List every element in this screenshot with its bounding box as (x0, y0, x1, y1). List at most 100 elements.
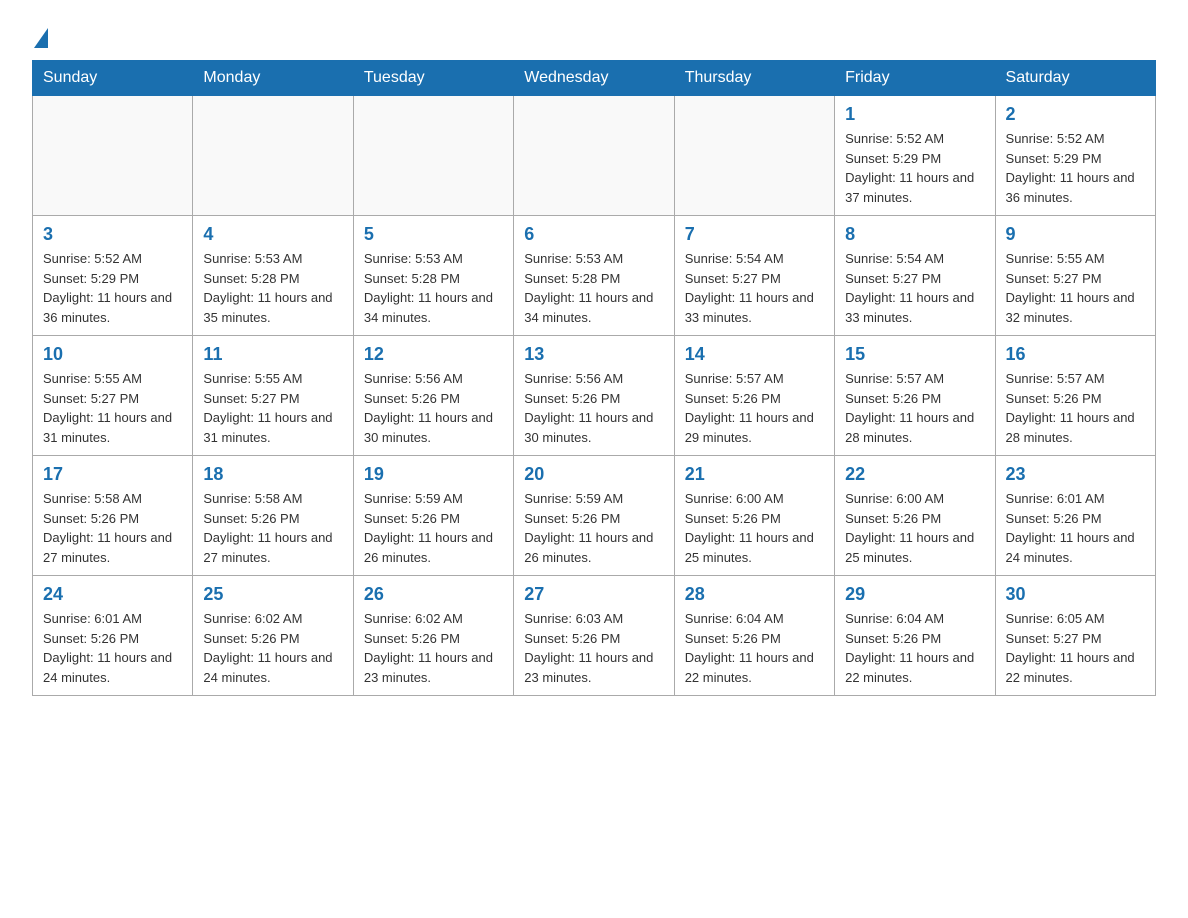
day-number: 20 (524, 464, 663, 485)
day-number: 7 (685, 224, 824, 245)
day-number: 8 (845, 224, 984, 245)
day-info: Sunrise: 6:00 AM Sunset: 5:26 PM Dayligh… (845, 489, 984, 567)
calendar-cell: 14 Sunrise: 5:57 AM Sunset: 5:26 PM Dayli… (674, 336, 834, 456)
calendar-cell (514, 96, 674, 216)
day-number: 23 (1006, 464, 1145, 485)
day-info: Sunrise: 5:52 AM Sunset: 5:29 PM Dayligh… (43, 249, 182, 327)
calendar-week-row-2: 3 Sunrise: 5:52 AM Sunset: 5:29 PM Daylig… (33, 216, 1156, 336)
day-info: Sunrise: 5:56 AM Sunset: 5:26 PM Dayligh… (364, 369, 503, 447)
day-number: 10 (43, 344, 182, 365)
calendar-week-row-4: 17Sunrise: 5:58 AM Sunset: 5:26 PM Dayli… (33, 456, 1156, 576)
calendar-week-row-3: 10 Sunrise: 5:55 AM Sunset: 5:27 PM Dayli… (33, 336, 1156, 456)
day-info: Sunrise: 5:53 AM Sunset: 5:28 PM Dayligh… (524, 249, 663, 327)
calendar-cell: 8 Sunrise: 5:54 AM Sunset: 5:27 PM Daylig… (835, 216, 995, 336)
day-number: 21 (685, 464, 824, 485)
day-info: Sunrise: 5:54 AM Sunset: 5:27 PM Dayligh… (845, 249, 984, 327)
calendar-cell: 24 Sunrise: 6:01 AM Sunset: 5:26 PM Dayli… (33, 576, 193, 696)
calendar-cell: 29Sunrise: 6:04 AM Sunset: 5:26 PM Dayli… (835, 576, 995, 696)
calendar-cell: 25Sunrise: 6:02 AM Sunset: 5:26 PM Dayli… (193, 576, 353, 696)
day-info: Sunrise: 5:59 AM Sunset: 5:26 PM Dayligh… (524, 489, 663, 567)
calendar-cell: 22Sunrise: 6:00 AM Sunset: 5:26 PM Dayli… (835, 456, 995, 576)
day-info: Sunrise: 5:57 AM Sunset: 5:26 PM Dayligh… (1006, 369, 1145, 447)
day-info: Sunrise: 5:57 AM Sunset: 5:26 PM Dayligh… (685, 369, 824, 447)
calendar-cell: 13 Sunrise: 5:56 AM Sunset: 5:26 PM Dayli… (514, 336, 674, 456)
calendar-cell: 12 Sunrise: 5:56 AM Sunset: 5:26 PM Dayli… (353, 336, 513, 456)
calendar-cell: 9 Sunrise: 5:55 AM Sunset: 5:27 PM Daylig… (995, 216, 1155, 336)
calendar-cell: 5 Sunrise: 5:53 AM Sunset: 5:28 PM Daylig… (353, 216, 513, 336)
calendar-cell: 28Sunrise: 6:04 AM Sunset: 5:26 PM Dayli… (674, 576, 834, 696)
day-number: 18 (203, 464, 342, 485)
day-number: 26 (364, 584, 503, 605)
day-number: 24 (43, 584, 182, 605)
day-info: Sunrise: 5:59 AM Sunset: 5:26 PM Dayligh… (364, 489, 503, 567)
day-number: 1 (845, 104, 984, 125)
logo (32, 24, 48, 48)
calendar-header-row: SundayMondayTuesdayWednesdayThursdayFrid… (33, 61, 1156, 96)
day-number: 11 (203, 344, 342, 365)
day-info: Sunrise: 5:56 AM Sunset: 5:26 PM Dayligh… (524, 369, 663, 447)
calendar-cell: 10 Sunrise: 5:55 AM Sunset: 5:27 PM Dayli… (33, 336, 193, 456)
calendar-cell: 17Sunrise: 5:58 AM Sunset: 5:26 PM Dayli… (33, 456, 193, 576)
day-number: 19 (364, 464, 503, 485)
calendar-cell: 2 Sunrise: 5:52 AM Sunset: 5:29 PM Daylig… (995, 96, 1155, 216)
day-info: Sunrise: 6:02 AM Sunset: 5:26 PM Dayligh… (364, 609, 503, 687)
calendar-header-sunday: Sunday (33, 61, 193, 96)
calendar-header-saturday: Saturday (995, 61, 1155, 96)
calendar-cell: 21 Sunrise: 6:00 AM Sunset: 5:26 PM Dayli… (674, 456, 834, 576)
calendar-cell: 20 Sunrise: 5:59 AM Sunset: 5:26 PM Dayli… (514, 456, 674, 576)
day-number: 30 (1006, 584, 1145, 605)
day-info: Sunrise: 5:55 AM Sunset: 5:27 PM Dayligh… (43, 369, 182, 447)
day-info: Sunrise: 5:54 AM Sunset: 5:27 PM Dayligh… (685, 249, 824, 327)
calendar-week-row-5: 24 Sunrise: 6:01 AM Sunset: 5:26 PM Dayli… (33, 576, 1156, 696)
day-info: Sunrise: 6:02 AM Sunset: 5:26 PM Dayligh… (203, 609, 342, 687)
calendar-cell: 11 Sunrise: 5:55 AM Sunset: 5:27 PM Dayli… (193, 336, 353, 456)
day-number: 16 (1006, 344, 1145, 365)
day-number: 12 (364, 344, 503, 365)
day-number: 15 (845, 344, 984, 365)
calendar-header-friday: Friday (835, 61, 995, 96)
day-number: 29 (845, 584, 984, 605)
day-number: 2 (1006, 104, 1145, 125)
day-number: 5 (364, 224, 503, 245)
day-info: Sunrise: 5:53 AM Sunset: 5:28 PM Dayligh… (364, 249, 503, 327)
day-info: Sunrise: 6:05 AM Sunset: 5:27 PM Dayligh… (1006, 609, 1145, 687)
day-number: 4 (203, 224, 342, 245)
calendar-cell: 16 Sunrise: 5:57 AM Sunset: 5:26 PM Dayli… (995, 336, 1155, 456)
day-number: 27 (524, 584, 663, 605)
calendar-cell: 27Sunrise: 6:03 AM Sunset: 5:26 PM Dayli… (514, 576, 674, 696)
calendar-cell: 1 Sunrise: 5:52 AM Sunset: 5:29 PM Daylig… (835, 96, 995, 216)
day-info: Sunrise: 6:01 AM Sunset: 5:26 PM Dayligh… (1006, 489, 1145, 567)
day-info: Sunrise: 6:01 AM Sunset: 5:26 PM Dayligh… (43, 609, 182, 687)
day-number: 6 (524, 224, 663, 245)
day-number: 9 (1006, 224, 1145, 245)
day-info: Sunrise: 5:57 AM Sunset: 5:26 PM Dayligh… (845, 369, 984, 447)
calendar-header-thursday: Thursday (674, 61, 834, 96)
calendar-header-monday: Monday (193, 61, 353, 96)
calendar-cell: 4 Sunrise: 5:53 AM Sunset: 5:28 PM Daylig… (193, 216, 353, 336)
day-number: 14 (685, 344, 824, 365)
day-info: Sunrise: 5:55 AM Sunset: 5:27 PM Dayligh… (203, 369, 342, 447)
calendar-header-wednesday: Wednesday (514, 61, 674, 96)
day-info: Sunrise: 5:55 AM Sunset: 5:27 PM Dayligh… (1006, 249, 1145, 327)
page-header (32, 24, 1156, 48)
calendar-cell (193, 96, 353, 216)
day-info: Sunrise: 6:04 AM Sunset: 5:26 PM Dayligh… (685, 609, 824, 687)
logo-triangle-icon (34, 28, 48, 48)
day-info: Sunrise: 5:52 AM Sunset: 5:29 PM Dayligh… (1006, 129, 1145, 207)
day-info: Sunrise: 5:53 AM Sunset: 5:28 PM Dayligh… (203, 249, 342, 327)
calendar-cell (674, 96, 834, 216)
calendar-cell (33, 96, 193, 216)
calendar-table: SundayMondayTuesdayWednesdayThursdayFrid… (32, 60, 1156, 696)
calendar-cell: 26 Sunrise: 6:02 AM Sunset: 5:26 PM Dayli… (353, 576, 513, 696)
day-info: Sunrise: 6:00 AM Sunset: 5:26 PM Dayligh… (685, 489, 824, 567)
calendar-week-row-1: 1 Sunrise: 5:52 AM Sunset: 5:29 PM Daylig… (33, 96, 1156, 216)
day-info: Sunrise: 5:52 AM Sunset: 5:29 PM Dayligh… (845, 129, 984, 207)
calendar-cell: 3 Sunrise: 5:52 AM Sunset: 5:29 PM Daylig… (33, 216, 193, 336)
calendar-cell: 7 Sunrise: 5:54 AM Sunset: 5:27 PM Daylig… (674, 216, 834, 336)
calendar-cell: 18 Sunrise: 5:58 AM Sunset: 5:26 PM Dayli… (193, 456, 353, 576)
day-number: 3 (43, 224, 182, 245)
day-info: Sunrise: 5:58 AM Sunset: 5:26 PM Dayligh… (203, 489, 342, 567)
day-number: 13 (524, 344, 663, 365)
calendar-cell: 6 Sunrise: 5:53 AM Sunset: 5:28 PM Daylig… (514, 216, 674, 336)
day-info: Sunrise: 5:58 AM Sunset: 5:26 PM Dayligh… (43, 489, 182, 567)
